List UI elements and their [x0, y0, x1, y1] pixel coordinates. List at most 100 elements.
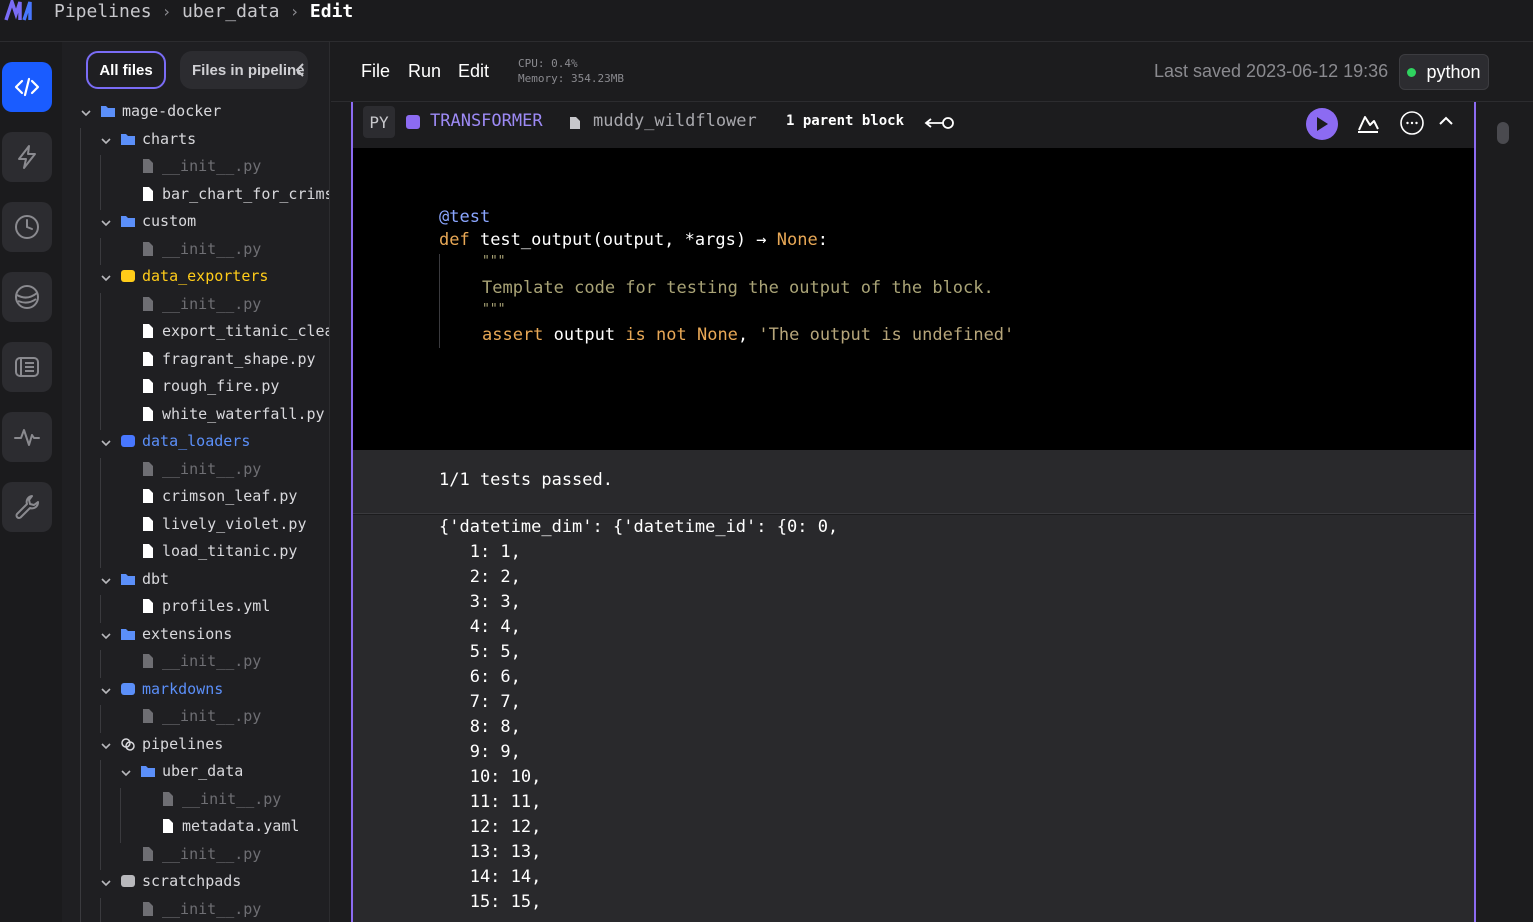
code-line-docstring-open: """: [482, 254, 506, 269]
tree-guide-line: [100, 155, 101, 210]
planet-icon: [15, 285, 39, 309]
tree-folder[interactable]: pipelines: [101, 733, 223, 755]
tree-folder[interactable]: extensions: [101, 623, 232, 645]
tree-file[interactable]: __init__.py: [140, 650, 261, 672]
tree-file[interactable]: __init__.py: [140, 155, 261, 177]
tree-folder[interactable]: markdowns: [101, 678, 223, 700]
scrollbar-thumb[interactable]: [1497, 122, 1509, 144]
output-line: 9: 9,: [439, 742, 521, 762]
scrollbar-track[interactable]: [1509, 102, 1533, 922]
chevron-up-icon[interactable]: [1437, 112, 1455, 130]
tree-file[interactable]: __init__.py: [140, 898, 261, 920]
monitor-button[interactable]: [2, 412, 52, 462]
tree-guide-line: [100, 897, 101, 922]
indent-guide: [439, 254, 440, 348]
tree-folder[interactable]: data_loaders: [101, 430, 251, 452]
tree-file[interactable]: load_titanic.py: [140, 540, 297, 562]
tree-file[interactable]: export_titanic_clean: [140, 320, 330, 342]
parent-link-icon[interactable]: [924, 115, 956, 131]
tree-file[interactable]: __init__.py: [140, 843, 261, 865]
file-icon: [140, 901, 156, 916]
tree-folder[interactable]: mage-docker: [81, 100, 221, 122]
breadcrumb-pipelines[interactable]: Pipelines: [54, 1, 152, 22]
tree-file[interactable]: __init__.py: [140, 238, 261, 260]
tree-folder[interactable]: uber_data: [121, 760, 244, 782]
code-editor-button[interactable]: [2, 62, 52, 112]
run-block-button[interactable]: [1306, 108, 1338, 140]
tree-file[interactable]: bar_chart_for_crimson: [140, 183, 329, 205]
data-loader-icon: [120, 434, 136, 448]
kernel-status-button[interactable]: python: [1399, 54, 1489, 90]
tree-item-label: data_loaders: [142, 432, 251, 450]
parent-blocks[interactable]: 1 parent block: [786, 113, 904, 129]
tree-file[interactable]: white_waterfall.py: [140, 403, 325, 425]
menu-edit[interactable]: Edit: [458, 61, 489, 82]
block-name[interactable]: muddy_wildflower: [593, 111, 757, 131]
tree-file[interactable]: profiles.yml: [140, 595, 270, 617]
tree-folder[interactable]: dbt: [101, 568, 170, 590]
settings-button[interactable]: [2, 482, 52, 532]
code-editor[interactable]: @test def test_output(output, *args) → N…: [353, 148, 1474, 450]
tree-item-label: rough_fire.py: [162, 377, 280, 395]
menu-file[interactable]: File: [361, 61, 390, 82]
breadcrumb-pipeline[interactable]: uber_data: [182, 1, 280, 22]
runs-button[interactable]: [2, 202, 52, 252]
triggers-button[interactable]: [2, 132, 52, 182]
file-icon: [140, 846, 156, 861]
editor-toolbar: File Run Edit CPU: 0.4% Memory: 354.23MB…: [331, 42, 1533, 102]
backfills-button[interactable]: [2, 272, 52, 322]
code-line-decorator: @test: [439, 207, 491, 227]
tab-files-in-pipeline[interactable]: Files in pipeline: [180, 51, 308, 89]
tree-folder[interactable]: custom: [101, 210, 196, 232]
logs-button[interactable]: [2, 342, 52, 392]
chevron-down-icon[interactable]: [100, 738, 112, 756]
tree-folder[interactable]: scratchpads: [101, 870, 241, 892]
tab-all-files[interactable]: All files: [86, 51, 166, 89]
chevron-down-icon[interactable]: [120, 765, 132, 783]
tree-item-label: __init__.py: [162, 899, 262, 918]
tree-file[interactable]: fragrant_shape.py: [140, 348, 316, 370]
chevron-down-icon[interactable]: [100, 215, 112, 233]
chevron-down-icon[interactable]: [100, 875, 112, 893]
chart-icon[interactable]: [1356, 111, 1380, 135]
tree-file[interactable]: lively_violet.py: [140, 513, 307, 535]
file-icon: [140, 461, 156, 476]
chevron-down-icon[interactable]: [80, 105, 92, 123]
tree-item-label: export_titanic_clean: [162, 322, 330, 340]
tree-file[interactable]: __init__.py: [140, 458, 261, 480]
tree-guide-line: [100, 760, 101, 870]
menu-run[interactable]: Run: [408, 61, 441, 82]
tree-item-label: uber_data: [162, 762, 244, 780]
chevron-right-icon: ›: [291, 1, 298, 21]
tree-item-label: charts: [142, 129, 197, 148]
tree-folder[interactable]: data_exporters: [101, 265, 268, 287]
tree-file[interactable]: metadata.yaml: [160, 815, 299, 837]
file-icon: [570, 117, 580, 129]
tree-file[interactable]: rough_fire.py: [140, 375, 279, 397]
tree-folder[interactable]: charts: [101, 128, 197, 150]
data-exporter-icon: [120, 269, 136, 283]
output-line: 12: 12,: [439, 817, 542, 837]
chevron-down-icon[interactable]: [100, 683, 112, 701]
code-line-docstring: Template code for testing the output of …: [482, 278, 994, 298]
mage-logo-icon[interactable]: [4, 0, 36, 22]
tree-file[interactable]: crimson_leaf.py: [140, 485, 297, 507]
chevron-down-icon[interactable]: [100, 435, 112, 453]
tree-file[interactable]: __init__.py: [160, 788, 281, 810]
tree-item-label: dbt: [142, 569, 170, 588]
tree-file[interactable]: __init__.py: [140, 705, 261, 727]
chevron-down-icon[interactable]: [100, 573, 112, 591]
chevron-down-icon[interactable]: [100, 628, 112, 646]
kernel-name: python: [1426, 61, 1481, 82]
tree-guide-line: [100, 650, 101, 678]
file-icon: [140, 709, 156, 723]
logs-icon: [15, 357, 39, 377]
tree-guide-line: [100, 595, 101, 623]
file-icon: [140, 296, 156, 311]
tree-file[interactable]: __init__.py: [140, 293, 261, 315]
tree-guide-line: [80, 127, 81, 922]
chevron-left-icon[interactable]: [292, 60, 308, 80]
more-options-icon[interactable]: [1399, 110, 1425, 136]
chevron-down-icon[interactable]: [100, 270, 112, 288]
chevron-down-icon[interactable]: [100, 133, 112, 151]
